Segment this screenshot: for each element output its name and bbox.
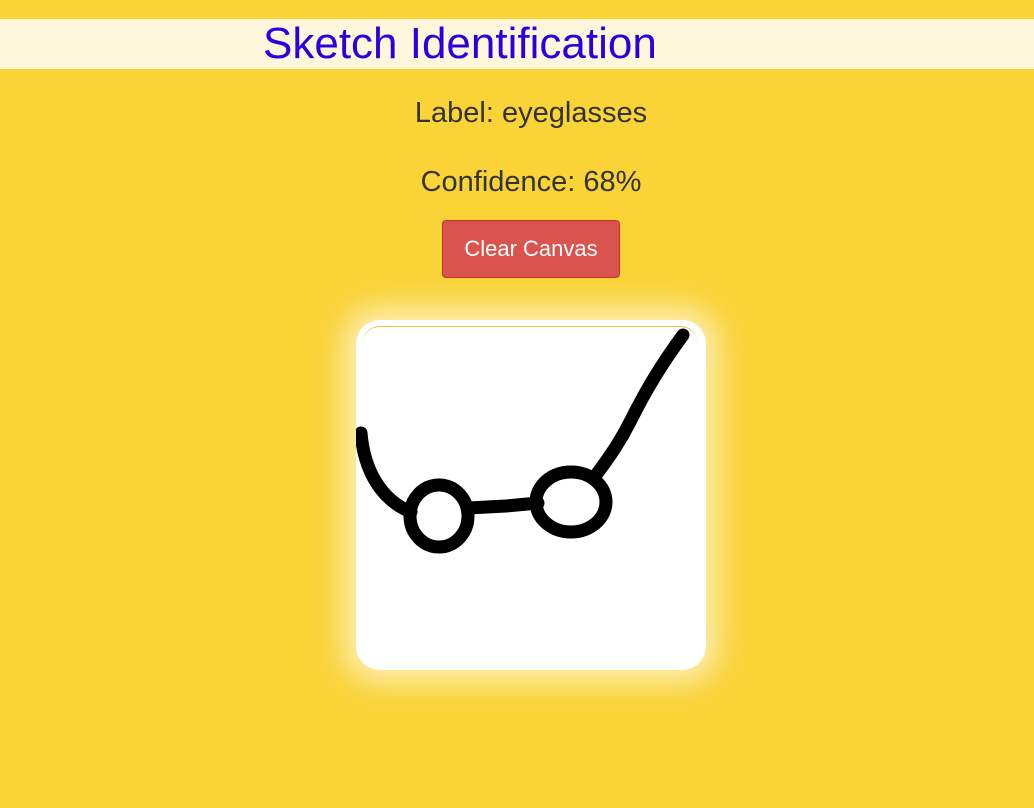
title-bar: Sketch Identification bbox=[0, 19, 1034, 69]
sketch-stroke-right-arm bbox=[589, 328, 690, 482]
sketch-left-lens bbox=[403, 478, 475, 554]
drawing-canvas[interactable] bbox=[356, 320, 706, 670]
prediction-confidence: Confidence: 68% bbox=[420, 166, 642, 198]
prediction-label: Label: eyeglasses bbox=[414, 97, 648, 129]
clear-canvas-button[interactable]: Clear Canvas bbox=[442, 220, 620, 278]
sketch-bridge bbox=[461, 496, 545, 515]
sketch-drawing bbox=[356, 328, 690, 554]
page-title: Sketch Identification bbox=[263, 19, 657, 68]
sketch-stroke-left-arm bbox=[356, 426, 418, 519]
